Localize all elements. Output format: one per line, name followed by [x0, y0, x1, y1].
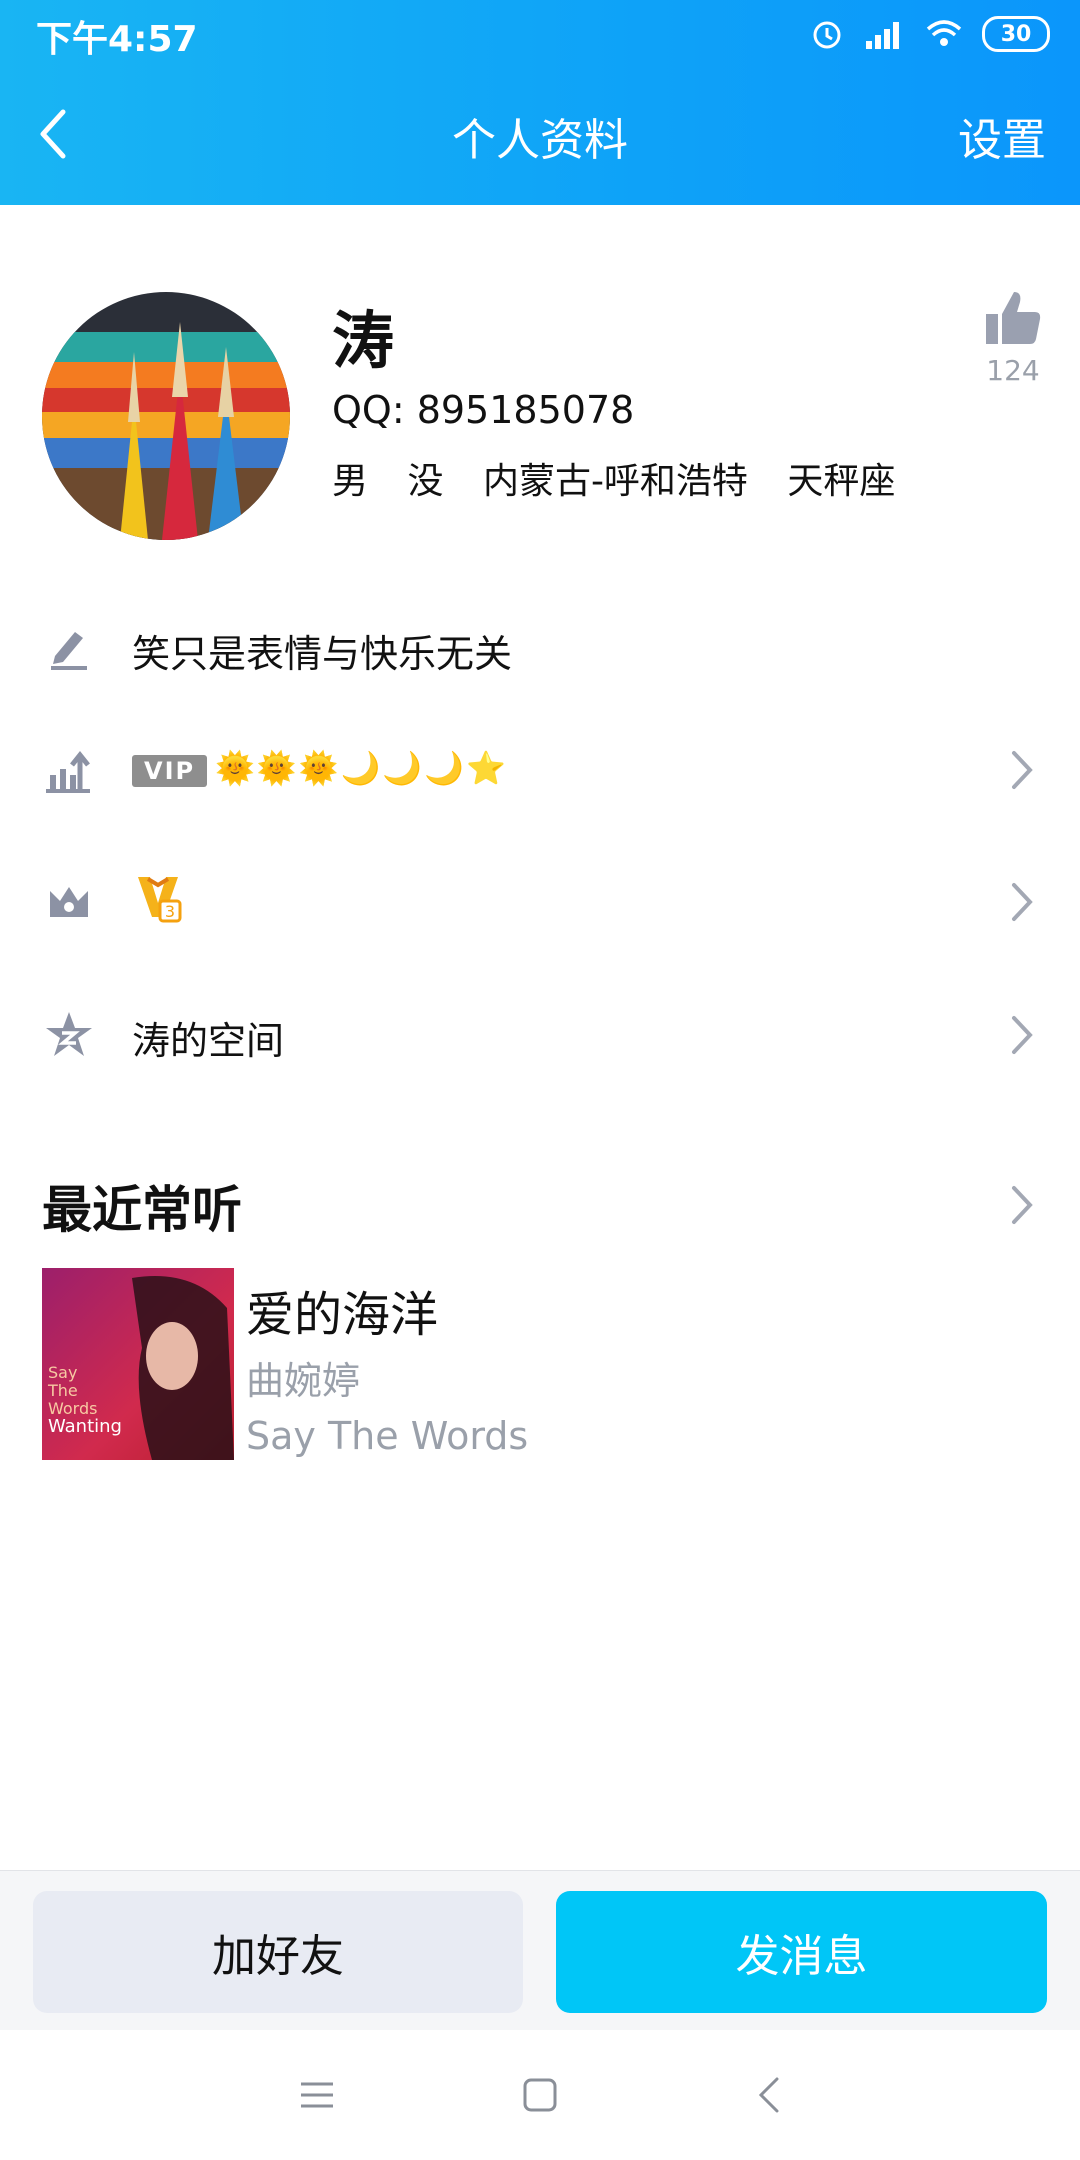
chevron-right-icon: [1012, 1016, 1033, 1054]
level-icons: 🌞🌞🌞🌙🌙🌙⭐: [215, 749, 508, 787]
song-title: 爱的海洋: [246, 1287, 439, 1343]
vip-level-row[interactable]: VIP 🌞🌞🌞🌙🌙🌙⭐: [0, 715, 1080, 825]
like-count: 124: [986, 354, 1040, 387]
avatar[interactable]: [42, 292, 290, 540]
qzone-label: 涛的空间: [132, 1019, 285, 1063]
thumb-up-icon: [986, 292, 1041, 344]
qzone-star-icon: [42, 1008, 96, 1062]
svg-text:The: The: [47, 1381, 78, 1400]
profile-name: 涛: [332, 304, 395, 377]
system-navigation-bar: [0, 2030, 1080, 2160]
add-friend-button[interactable]: 加好友: [33, 1891, 523, 2013]
signal-icon: [866, 22, 899, 49]
chevron-right-icon: [1012, 883, 1033, 921]
vip-badge: VIP: [132, 755, 208, 787]
info-location: 内蒙古-呼和浩特: [482, 461, 748, 502]
vip-badge-row[interactable]: 3: [0, 847, 1080, 957]
home-square-icon: [523, 2078, 557, 2112]
info-age: 没: [407, 461, 444, 502]
svg-text:Say: Say: [48, 1363, 77, 1382]
chevron-right-icon: [1012, 751, 1033, 789]
chevron-right-icon[interactable]: [1004, 1180, 1040, 1230]
album-cover[interactable]: Say The Words Wanting: [42, 1268, 234, 1460]
menu-key[interactable]: [292, 2070, 342, 2120]
app-header: 下午4:57 30 个人资料 设置: [0, 0, 1080, 205]
info-gender: 男: [332, 461, 369, 502]
battery-indicator: 30: [982, 16, 1050, 52]
back-triangle-icon: [758, 2077, 779, 2113]
pencil-icon: [42, 621, 96, 675]
avatar-image: [42, 292, 290, 540]
menu-icon: [301, 2082, 333, 2108]
status-icons: 30: [810, 12, 1050, 56]
status-bar: 下午4:57 30: [0, 0, 1080, 70]
svg-text:Wanting: Wanting: [48, 1416, 122, 1437]
recent-listening-title: 最近常听: [42, 1181, 242, 1239]
send-message-button[interactable]: 发消息: [556, 1891, 1047, 2013]
home-key[interactable]: [515, 2070, 565, 2120]
status-time: 下午4:57: [36, 19, 198, 60]
qq-number: QQ: 895185078: [332, 388, 635, 432]
song-album: Say The Words: [246, 1414, 529, 1458]
profile-info: 男 没 内蒙古-呼和浩特 天秤座: [332, 452, 923, 504]
level-up-icon: [42, 743, 96, 797]
back-key[interactable]: [743, 2070, 793, 2120]
crown-icon: [42, 875, 96, 929]
vip-medal-icon: 3: [132, 873, 184, 929]
signature-text: 笑只是表情与快乐无关: [132, 632, 513, 676]
settings-button[interactable]: 设置: [958, 104, 1046, 168]
song-artist: 曲婉婷: [246, 1359, 361, 1403]
page-title: 个人资料: [452, 115, 628, 166]
svg-text:3: 3: [165, 902, 175, 921]
qzone-row[interactable]: 涛的空间: [0, 980, 1080, 1090]
info-constellation: 天秤座: [787, 461, 896, 502]
nav-bar: 个人资料 设置: [0, 90, 1080, 180]
alarm-icon: [813, 21, 841, 49]
signature-row: 笑只是表情与快乐无关: [0, 593, 1080, 703]
bottom-action-bar: 加好友 发消息: [0, 1870, 1080, 2031]
like-button[interactable]: 124: [978, 286, 1048, 387]
wifi-icon: [926, 20, 962, 46]
